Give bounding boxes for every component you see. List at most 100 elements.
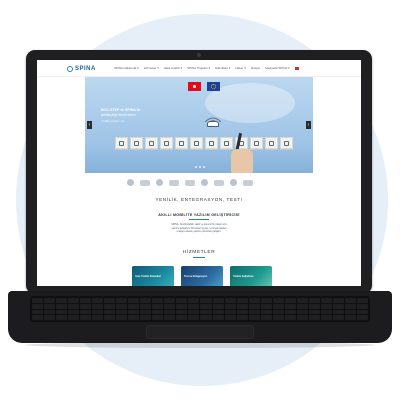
slider-dot[interactable] — [203, 166, 205, 168]
keyboard-key — [248, 315, 260, 320]
keyboard-key — [92, 303, 104, 309]
car-icon — [207, 121, 219, 127]
keyboard-key — [32, 303, 44, 309]
laptop-shadow — [26, 342, 374, 348]
keyboard-key — [164, 309, 176, 315]
keyboard-key — [320, 298, 332, 303]
keyboard-key — [68, 303, 80, 309]
cube-icon — [250, 137, 263, 149]
partner-logo[interactable] — [214, 179, 224, 186]
keyboard-key — [128, 309, 140, 315]
keyboard-key — [272, 309, 284, 315]
keyboard-key — [248, 303, 260, 309]
menu-item-about[interactable]: SPINA Hakkında ▾ — [114, 66, 139, 70]
keyboard-key — [152, 309, 164, 315]
laptop-screen: SPINA SPINA Hakkında ▾ Hizmetler ▾ Vaka … — [37, 60, 361, 286]
keyboard-key — [152, 303, 164, 309]
partner-logo[interactable] — [169, 179, 179, 186]
keyboard-key — [284, 298, 296, 303]
keyboard-key — [260, 298, 272, 303]
partner-logo[interactable] — [243, 179, 253, 186]
laptop-keyboard-base — [8, 291, 392, 343]
keyboard-key — [284, 309, 296, 315]
product-showcase: SPINA SPINA Hakkında ▾ Hizmetler ▾ Vaka … — [0, 0, 400, 408]
slider-dots — [195, 166, 205, 168]
partner-logo[interactable] — [230, 179, 237, 186]
menu-item-news[interactable]: Haber ▾ — [235, 66, 246, 70]
menu-item-contact[interactable]: İletişim — [251, 66, 260, 70]
keyboard-key — [284, 303, 296, 309]
keyboard-key — [56, 298, 68, 303]
keyboard-key — [356, 298, 368, 303]
keyboard-key — [212, 309, 224, 315]
partner-logo[interactable] — [201, 179, 208, 186]
partner-logo[interactable] — [156, 179, 163, 186]
hero-subheadline: yenilikçiliğe kendi adımı — [101, 113, 136, 117]
keyboard-key — [44, 315, 56, 320]
menu-item-projects[interactable]: SPINA Projeleri ▾ — [187, 66, 210, 70]
section-title: AKILLI MOBİLİTE YAZILIM GELİŞTİRİCİSİ — [158, 213, 240, 217]
keyboard-key — [56, 303, 68, 309]
keyboard-key — [128, 298, 140, 303]
service-card[interactable]: Araç Yazılım Sistemleri — [132, 266, 174, 286]
chevron-right-icon[interactable]: › — [306, 121, 311, 129]
keyboard-key — [248, 309, 260, 315]
site-logo[interactable]: SPINA — [67, 65, 96, 73]
cube-icon — [115, 137, 128, 149]
keyboard-key — [356, 303, 368, 309]
keyboard-key — [68, 309, 80, 315]
partner-logo[interactable] — [185, 179, 195, 186]
slider-dot[interactable] — [195, 166, 197, 168]
menu-item-services[interactable]: Hizmetler ▾ — [144, 66, 159, 70]
keyboard-key — [320, 315, 332, 320]
menu-item-events[interactable]: Etkinlikler ▾ — [215, 66, 230, 70]
keyboard-key — [188, 298, 200, 303]
keyboard-key — [272, 315, 284, 320]
service-card-label: Yazılım Geliştirme — [233, 275, 254, 278]
keyboard-key — [140, 298, 152, 303]
keyboard-key — [104, 303, 116, 309]
keyboard-key — [128, 315, 140, 320]
service-card[interactable]: Yazılım Geliştirme — [230, 266, 272, 286]
keyboard-key — [344, 315, 356, 320]
services-heading: HİZMETLER — [182, 250, 216, 255]
keyboard-key — [236, 309, 248, 315]
keyboard-key — [176, 309, 188, 315]
chevron-left-icon[interactable]: ‹ — [87, 121, 92, 129]
language-flag-icon[interactable] — [294, 66, 299, 70]
keyboard-key — [56, 309, 68, 315]
keyboard-key — [224, 303, 236, 309]
logo-text: SPINA — [75, 66, 96, 72]
service-card[interactable]: Test ve Entegrasyon — [181, 266, 223, 286]
keyboard-key — [236, 298, 248, 303]
keyboard-key — [284, 315, 296, 320]
cube-icon — [130, 137, 143, 149]
service-card-label: Araç Yazılım Sistemleri — [135, 275, 162, 278]
keyboard-key — [212, 315, 224, 320]
keyboard-key — [260, 303, 272, 309]
keyboard-key — [128, 303, 140, 309]
keyboard-key — [236, 303, 248, 309]
partner-logo[interactable] — [140, 179, 150, 186]
keyboard-key — [260, 315, 272, 320]
keyboard-key — [32, 298, 44, 303]
keyboard-key — [296, 298, 308, 303]
site-navbar: SPINA SPINA Hakkında ▾ Hizmetler ▾ Vaka … — [37, 60, 361, 77]
keyboard-key — [104, 315, 116, 320]
menu-item-media[interactable]: Medyada SPINA ▾ — [265, 66, 289, 70]
keyboard-key — [140, 309, 152, 315]
hero-slider: BOO-STEP ve SPINA ile yenilikçiliğe kend… — [85, 77, 313, 173]
slider-dot[interactable] — [199, 166, 201, 168]
eu-flag-icon — [207, 82, 220, 91]
keyboard-key — [80, 315, 92, 320]
keyboard-key — [344, 303, 356, 309]
menu-item-case-studies[interactable]: Vaka Analizi ▾ — [164, 66, 182, 70]
keyboard-key — [200, 309, 212, 315]
intro-paragraph: SPINA, Sürdürülebilir, akıllı ve güvenli… — [138, 223, 260, 234]
keyboard-key — [320, 309, 332, 315]
partner-logo[interactable] — [127, 179, 134, 186]
main-menu: SPINA Hakkında ▾ Hizmetler ▾ Vaka Analiz… — [114, 66, 299, 70]
keyboard-key — [68, 315, 80, 320]
cube-icon — [220, 137, 233, 149]
keyboard-key — [188, 309, 200, 315]
